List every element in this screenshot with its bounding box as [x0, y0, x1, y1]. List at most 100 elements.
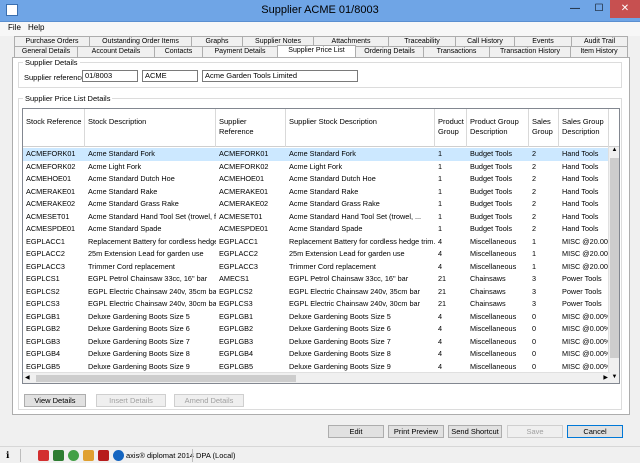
- tab-contacts[interactable]: Contacts: [154, 46, 203, 57]
- col-header-sales-group[interactable]: Sales Group: [529, 109, 559, 147]
- tab-transactions[interactable]: Transactions: [423, 46, 490, 57]
- tab-general-details[interactable]: General Details: [14, 46, 78, 57]
- menu-help[interactable]: Help: [28, 23, 44, 32]
- cell-stock-description: Deluxe Gardening Boots Size 6: [88, 324, 190, 333]
- minimize-button[interactable]: —: [563, 0, 587, 18]
- cell-supplier-reference: EGPLCS2: [219, 286, 253, 296]
- folder-icon[interactable]: [83, 450, 94, 461]
- scroll-down-icon[interactable]: ▼: [610, 374, 619, 383]
- edit-button[interactable]: Edit: [328, 425, 384, 438]
- cell-sales-group: 0: [532, 324, 537, 333]
- table-row[interactable]: EGPLACC1 Replacement Battery for cordless…: [23, 236, 609, 249]
- grid-vertical-scrollbar[interactable]: ▲ ▼: [608, 147, 619, 383]
- pdf-icon[interactable]: [98, 450, 109, 461]
- col-header-stock-reference[interactable]: Stock Reference: [23, 109, 85, 147]
- cell-supplier-reference: ACMEFORK02: [219, 161, 269, 171]
- price-list-legend: Supplier Price List Details: [25, 94, 111, 103]
- cell-product-group: 21: [438, 286, 447, 296]
- print-preview-button[interactable]: Print Preview: [388, 425, 444, 438]
- red-app-icon[interactable]: [38, 450, 49, 461]
- supplier-reference-field[interactable]: 01/8003: [82, 70, 138, 82]
- cell-stock-description: Acme Standard Hand Tool Set (trowel, f..…: [88, 211, 216, 221]
- table-row[interactable]: EGPLCS3 EGPL Electric Chainsaw 240v, 30cm…: [23, 298, 608, 311]
- tab-account-details[interactable]: Account Details: [77, 46, 155, 57]
- tab-payment-details[interactable]: Payment Details: [202, 46, 278, 57]
- cell-stock-reference: ACMERAKE01: [26, 186, 76, 196]
- price-list-grid[interactable]: Stock Reference Stock Description Suppli…: [22, 108, 620, 384]
- tab-supplier-price-list[interactable]: Supplier Price List: [277, 45, 356, 57]
- table-row[interactable]: EGPLCS1 EGPL Petrol Chainsaw 33cc, 16" ba…: [23, 273, 608, 286]
- cell-product-group: 4: [438, 236, 443, 246]
- supplier-name-field[interactable]: Acme Garden Tools Limited: [202, 70, 358, 82]
- insert-details-button[interactable]: Insert Details: [96, 394, 166, 407]
- table-row[interactable]: EGPLGB1 Deluxe Gardening Boots Size 5 EGPL…: [23, 311, 609, 324]
- supplier-code-field[interactable]: ACME: [142, 70, 198, 82]
- tab-transaction-history[interactable]: Transaction History: [489, 46, 571, 57]
- cell-supplier-stock-description: Acme Standard Dutch Hoe: [289, 174, 376, 183]
- col-header-supplier-reference[interactable]: Supplier Reference: [216, 109, 286, 147]
- table-row[interactable]: ACMESPDE01 Acme Standard Spade ACMESPDE01 A…: [23, 223, 608, 236]
- cell-stock-description: Deluxe Gardening Boots Size 5: [88, 311, 190, 321]
- cell-stock-reference: EGPLCS2: [26, 286, 60, 296]
- cell-stock-description: 25m Extension Lead for garden use: [88, 249, 204, 258]
- tab-ordering-details[interactable]: Ordering Details: [355, 46, 424, 57]
- status-database: DPA (Local): [196, 451, 236, 460]
- hscroll-thumb[interactable]: [36, 375, 296, 382]
- supplier-reference-label: Supplier reference: [24, 73, 86, 82]
- menu-file[interactable]: File: [8, 23, 21, 32]
- tab-item-history[interactable]: Item History: [570, 46, 628, 57]
- cell-stock-description: Deluxe Gardening Boots Size 7: [88, 336, 190, 346]
- view-details-button[interactable]: View Details: [24, 394, 86, 407]
- col-header-stock-description[interactable]: Stock Description: [85, 109, 216, 147]
- cell-stock-description: EGPL Electric Chainsaw 240v, 30cm bar: [88, 299, 216, 308]
- cell-supplier-stock-description: Acme Standard Grass Rake: [289, 199, 380, 208]
- table-row[interactable]: EGPLACC2 25m Extension Lead for garden us…: [23, 248, 609, 261]
- tab-strip: Purchase Orders Outstanding Order Items …: [0, 36, 640, 58]
- info-icon[interactable]: ℹ: [6, 450, 17, 461]
- cell-product-group-description: Chainsaws: [470, 286, 506, 296]
- amend-details-button[interactable]: Amend Details: [174, 394, 244, 407]
- cell-stock-reference: EGPLACC3: [26, 261, 65, 271]
- cell-product-group: 1: [438, 186, 443, 196]
- cell-stock-reference: EGPLACC2: [26, 249, 65, 258]
- grid-header: Stock Reference Stock Description Suppli…: [23, 109, 619, 147]
- table-row[interactable]: EGPLGB2 Deluxe Gardening Boots Size 6 EGPL…: [23, 323, 609, 336]
- status-bar: ℹ axis® diplomat 2014 DPA (Local): [0, 446, 640, 463]
- table-row[interactable]: ACMESET01 Acme Standard Hand Tool Set (tr…: [23, 211, 608, 224]
- supplier-details-legend: Supplier Details: [25, 58, 78, 67]
- scroll-left-icon[interactable]: ◀: [25, 374, 30, 381]
- col-header-sales-group-description[interactable]: Sales Group Description: [559, 109, 609, 147]
- green-refresh-icon[interactable]: [53, 450, 64, 461]
- green-globe-icon[interactable]: [68, 450, 79, 461]
- scroll-up-icon[interactable]: ▲: [610, 147, 619, 156]
- col-header-product-group-description[interactable]: Product Group Description: [467, 109, 529, 147]
- table-row[interactable]: ACMERAKE01 Acme Standard Rake ACMERAKE01 Ac…: [23, 186, 608, 199]
- table-row[interactable]: ACMEFORK02 Acme Light Fork ACMEFORK02 Acme …: [23, 161, 608, 174]
- table-row[interactable]: ACMERAKE02 Acme Standard Grass Rake ACMERA…: [23, 198, 608, 211]
- table-row[interactable]: EGPLGB4 Deluxe Gardening Boots Size 8 EGPL…: [23, 348, 609, 361]
- scroll-right-icon[interactable]: ▶: [603, 374, 608, 381]
- cell-product-group: 4: [438, 336, 443, 346]
- send-shortcut-button[interactable]: Send Shortcut: [448, 425, 502, 438]
- cell-product-group-description: Miscellaneous: [470, 349, 517, 358]
- maximize-button[interactable]: ☐: [587, 0, 611, 18]
- table-row[interactable]: EGPLGB3 Deluxe Gardening Boots Size 7 EGPL…: [23, 336, 609, 349]
- scroll-thumb[interactable]: [610, 158, 619, 358]
- save-button[interactable]: Save: [507, 425, 563, 438]
- col-header-supplier-stock-description[interactable]: Supplier Stock Description: [286, 109, 435, 147]
- col-header-product-group[interactable]: Product Group: [435, 109, 467, 147]
- cancel-button[interactable]: Cancel: [567, 425, 623, 438]
- table-row[interactable]: EGPLCS2 EGPL Electric Chainsaw 240v, 35cm…: [23, 286, 608, 299]
- cell-product-group-description: Miscellaneous: [470, 324, 517, 333]
- grid-horizontal-scrollbar[interactable]: ◀ ▶: [23, 372, 610, 383]
- cell-stock-description: EGPL Electric Chainsaw 240v, 35cm bar: [88, 286, 216, 296]
- cell-supplier-stock-description: Acme Standard Spade: [289, 224, 363, 233]
- title-bar: Supplier ACME 01/8003 — ☐ ✕: [0, 0, 640, 22]
- close-button[interactable]: ✕: [610, 0, 640, 18]
- cell-supplier-stock-description: Acme Standard Rake: [289, 186, 359, 196]
- cell-product-group: 1: [438, 161, 443, 171]
- table-row[interactable]: ACMEFORK01 Acme Standard Fork ACMEFORK01 Ac…: [23, 148, 608, 161]
- cell-sales-group: 3: [532, 286, 537, 296]
- table-row[interactable]: ACMEHOE01 Acme Standard Dutch Hoe ACMEHOE0…: [23, 173, 608, 186]
- table-row[interactable]: EGPLACC3 Trimmer Cord replacement EGPLACC3…: [23, 261, 609, 274]
